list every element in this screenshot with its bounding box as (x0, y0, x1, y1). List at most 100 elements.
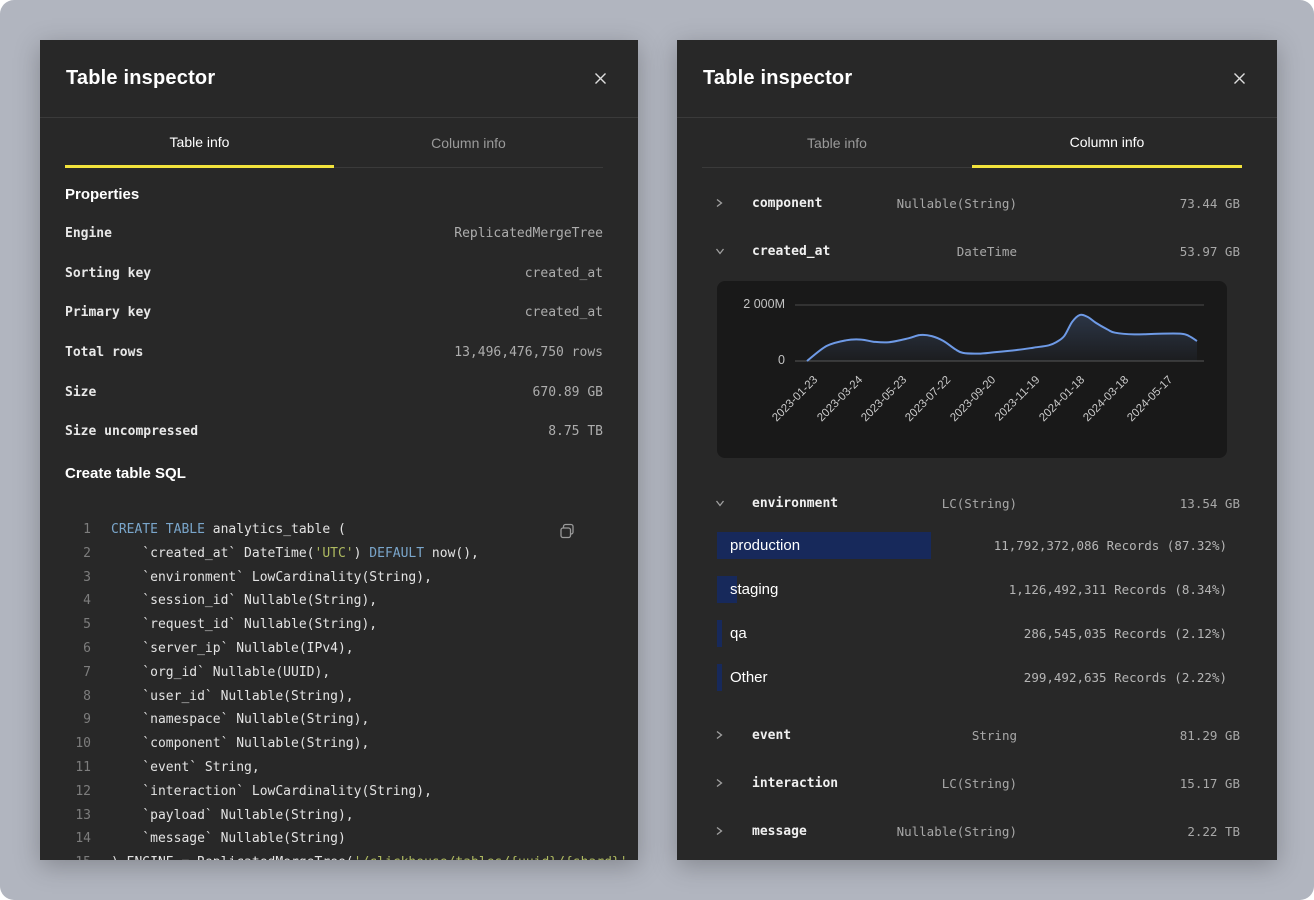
close-button[interactable] (588, 67, 612, 91)
created-at-distribution-chart: 2 000M02023-01-232023-03-242023-05-23202… (717, 281, 1227, 458)
tab-column-info[interactable]: Column info (334, 118, 603, 168)
line-number: 11 (65, 760, 91, 775)
value-label: production (730, 532, 800, 559)
sql-token: `payload` Nullable(String), (111, 808, 354, 823)
sql-token: ) ENGINE = ReplicatedMergeTree( (111, 855, 354, 860)
y-axis-tick-label: 2 000M (725, 297, 785, 311)
value-label: qa (730, 620, 747, 647)
property-label: Size uncompressed (65, 424, 198, 439)
column-type: LC(String) (942, 496, 1017, 511)
column-size: 73.44 GB (1180, 196, 1240, 211)
sql-code-line: 5 `request_id` Nullable(String), (65, 613, 603, 637)
value-record-count: 11,792,372,086 Records (87.32%) (994, 532, 1227, 559)
sql-code-line: 3 `environment` LowCardinality(String), (65, 565, 603, 589)
property-value: 670.89 GB (533, 385, 603, 400)
column-type: Nullable(String) (897, 196, 1017, 211)
copy-sql-button[interactable] (554, 518, 580, 544)
sql-code-line: 15) ENGINE = ReplicatedMergeTree('/click… (65, 851, 603, 860)
column-type: Nullable(String) (897, 824, 1017, 839)
line-number: 4 (65, 593, 91, 608)
column-name: interaction (752, 776, 838, 791)
column-size: 53.97 GB (1180, 244, 1240, 259)
sql-code-line: 7 `org_id` Nullable(UUID), (65, 660, 603, 684)
column-row-environment[interactable]: environmentLC(String)13.54 GB (677, 479, 1277, 527)
property-row: Size670.89 GB (65, 372, 603, 412)
sql-token: '/clickhouse/tables/{uuid}/{shard}' (354, 855, 628, 860)
chevron-down-icon (714, 245, 726, 257)
sql-token: `event` String, (111, 760, 260, 775)
sql-code-line: 9 `namespace` Nullable(String), (65, 708, 603, 732)
copy-icon (558, 522, 576, 540)
sql-token: `request_id` Nullable(String), (111, 617, 377, 632)
sql-code-line: 1CREATE TABLE analytics_table ( (65, 518, 603, 542)
sql-token: `session_id` Nullable(String), (111, 593, 377, 608)
line-number: 9 (65, 712, 91, 727)
line-number: 7 (65, 665, 91, 680)
sql-code-line: 12 `interaction` LowCardinality(String), (65, 779, 603, 803)
line-number: 10 (65, 736, 91, 751)
value-label: Other (730, 664, 768, 691)
chevron-down-icon (714, 497, 726, 509)
sql-token: `org_id` Nullable(UUID), (111, 665, 330, 680)
property-value: created_at (525, 266, 603, 281)
column-size: 81.29 GB (1180, 728, 1240, 743)
property-value: ReplicatedMergeTree (454, 226, 603, 241)
value-bar (717, 664, 722, 691)
page-title: Table inspector (66, 67, 215, 90)
y-axis-tick-label: 0 (725, 353, 785, 367)
column-name: component (752, 196, 822, 211)
sql-code-block: 1CREATE TABLE analytics_table ( 2 `create… (65, 516, 603, 860)
tab-table-info[interactable]: Table info (702, 118, 972, 168)
property-label: Total rows (65, 345, 143, 360)
close-button[interactable] (1227, 67, 1251, 91)
page-title: Table inspector (703, 67, 852, 90)
property-value: 8.75 TB (548, 424, 603, 439)
sql-token: `interaction` LowCardinality(String), (111, 784, 432, 799)
chevron-right-icon (714, 825, 724, 837)
chevron-right-icon (714, 729, 724, 741)
column-name: environment (752, 496, 838, 511)
sql-token: `created_at` DateTime( (111, 546, 315, 561)
sql-code-line: 13 `payload` Nullable(String), (65, 803, 603, 827)
table-inspector-modal-right: Table inspector Table info Column info c… (677, 40, 1277, 860)
chevron-right-icon (714, 197, 724, 209)
column-list: componentNullable(String)73.44 GBcreated… (677, 179, 1277, 855)
sql-code-line: 4 `session_id` Nullable(String), (65, 589, 603, 613)
column-row-event[interactable]: eventString81.29 GB (677, 711, 1277, 759)
tab-table-info[interactable]: Table info (65, 118, 334, 168)
line-number: 8 (65, 689, 91, 704)
sql-token: `component` Nullable(String), (111, 736, 369, 751)
column-name: event (752, 728, 791, 743)
value-distribution-row: qa 286,545,035 Records (2.12%) (677, 620, 1277, 647)
create-table-sql-heading: Create table SQL (65, 464, 603, 484)
properties-heading: Properties (65, 185, 603, 205)
value-record-count: 286,545,035 Records (2.12%) (1024, 620, 1227, 647)
sql-token: 'UTC' (315, 546, 354, 561)
column-type: LC(String) (942, 776, 1017, 791)
column-size: 15.17 GB (1180, 776, 1240, 791)
column-row-created_at[interactable]: created_atDateTime53.97 GB (677, 227, 1277, 275)
properties-list: EngineReplicatedMergeTreeSorting keycrea… (65, 214, 603, 452)
column-row-message[interactable]: messageNullable(String)2.22 TB (677, 807, 1277, 855)
close-icon (1232, 71, 1247, 86)
line-number: 6 (65, 641, 91, 656)
value-record-count: 1,126,492,311 Records (8.34%) (1009, 576, 1227, 603)
tab-bar: Table info Column info (702, 118, 1242, 168)
modal-header: Table inspector (40, 40, 638, 118)
close-icon (593, 71, 608, 86)
sql-token: ) (354, 546, 370, 561)
tab-column-info[interactable]: Column info (972, 118, 1242, 168)
property-row: EngineReplicatedMergeTree (65, 214, 603, 254)
screen-background: Table inspector Table info Column info P… (0, 0, 1314, 900)
sql-code-line: 8 `user_id` Nullable(String), (65, 684, 603, 708)
column-type: DateTime (957, 244, 1017, 259)
property-row: Sorting keycreated_at (65, 254, 603, 294)
line-number: 14 (65, 831, 91, 846)
column-row-component[interactable]: component Nullable(String) 73.44 GB (677, 179, 1277, 227)
property-label: Primary key (65, 305, 151, 320)
line-number: 1 (65, 522, 91, 537)
column-row-interaction[interactable]: interaction LC(String) 15.17 GB (677, 759, 1277, 807)
line-number: 12 (65, 784, 91, 799)
line-number: 2 (65, 546, 91, 561)
property-row: Primary keycreated_at (65, 293, 603, 333)
